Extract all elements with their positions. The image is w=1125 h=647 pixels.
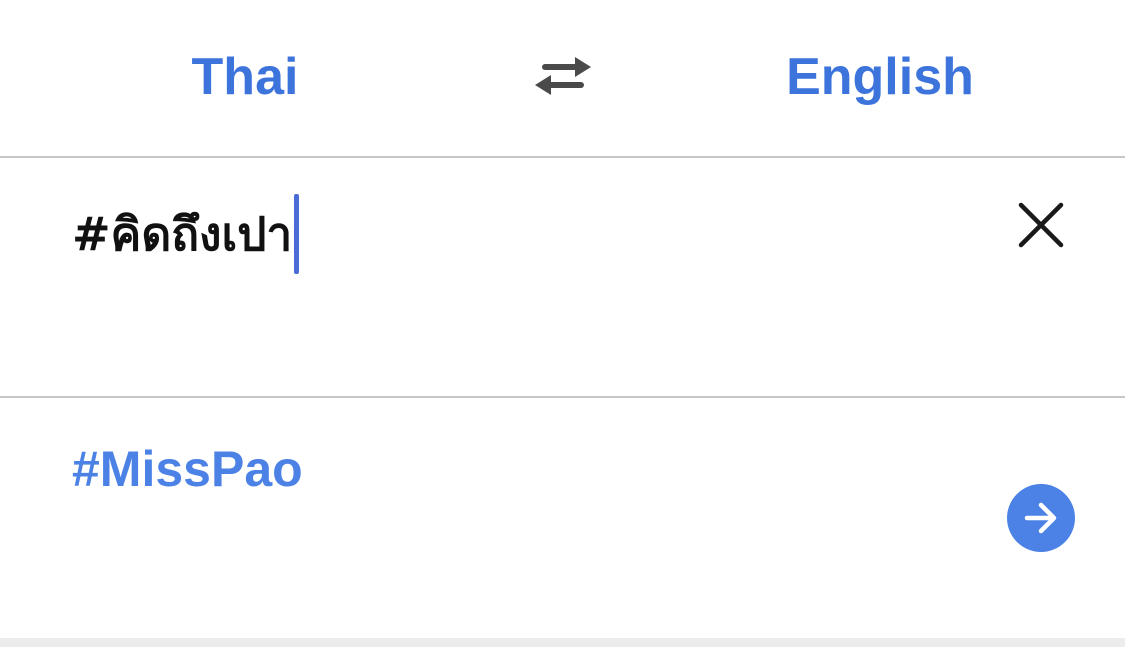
open-translation-button[interactable]: [1007, 484, 1075, 552]
source-input-area[interactable]: #คิดถึงเปา: [0, 158, 1125, 398]
source-language-button[interactable]: Thai: [130, 42, 360, 112]
translation-result-area: #MissPao: [0, 398, 1125, 638]
close-icon: [1018, 202, 1064, 248]
translate-app: Thai English #คิดถึงเปา #MissPao: [0, 0, 1125, 647]
swap-arrows-icon: [535, 57, 591, 95]
source-text: #คิดถึงเปา: [72, 206, 293, 261]
arrow-right-circle-icon: [1024, 502, 1057, 534]
text-caret: [294, 194, 300, 274]
target-language-label: English: [786, 48, 974, 106]
source-language-label: Thai: [191, 48, 299, 106]
bottom-divider: [0, 638, 1125, 647]
source-text-field[interactable]: #คิดถึงเปา: [72, 194, 300, 274]
swap-languages-button[interactable]: [530, 48, 596, 104]
language-bar: Thai English: [0, 0, 1125, 158]
target-language-button[interactable]: English: [740, 42, 1020, 112]
translation-result-text[interactable]: #MissPao: [72, 440, 303, 498]
clear-input-button[interactable]: [1012, 196, 1070, 254]
